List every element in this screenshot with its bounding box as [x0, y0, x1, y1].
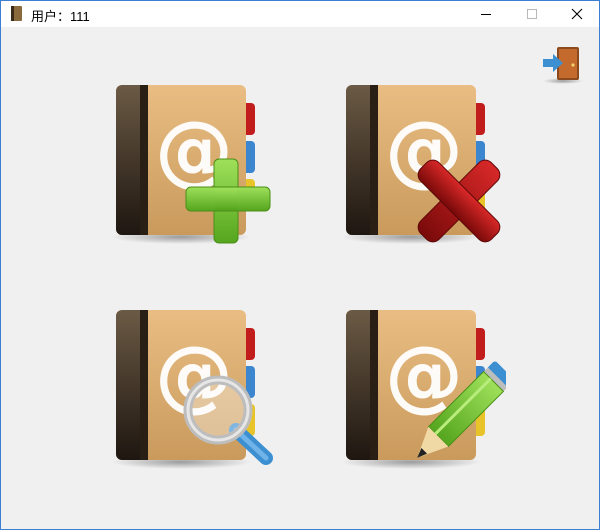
address-book-add-icon — [106, 79, 271, 259]
address-book-edit-icon — [336, 304, 506, 484]
window-title: 用户：111 — [31, 9, 90, 24]
close-icon — [571, 8, 583, 20]
search-contact-button[interactable] — [106, 304, 276, 484]
maximize-button[interactable] — [509, 1, 555, 27]
edit-contact-button[interactable] — [336, 304, 506, 484]
exit-button[interactable] — [539, 43, 585, 85]
address-book-delete-icon — [336, 79, 501, 259]
minimize-button[interactable] — [463, 1, 509, 27]
maximize-icon — [527, 9, 537, 19]
exit-door-icon — [543, 47, 583, 84]
address-book-app-icon — [11, 6, 22, 21]
address-book-search-icon — [106, 304, 273, 484]
delete-contact-button[interactable] — [336, 79, 506, 259]
title-bar: 用户：111 — [1, 1, 599, 27]
minimize-icon — [481, 14, 491, 15]
close-button[interactable] — [554, 1, 600, 27]
add-contact-button[interactable] — [106, 79, 276, 259]
app-window: 用户：111 — [0, 0, 600, 530]
